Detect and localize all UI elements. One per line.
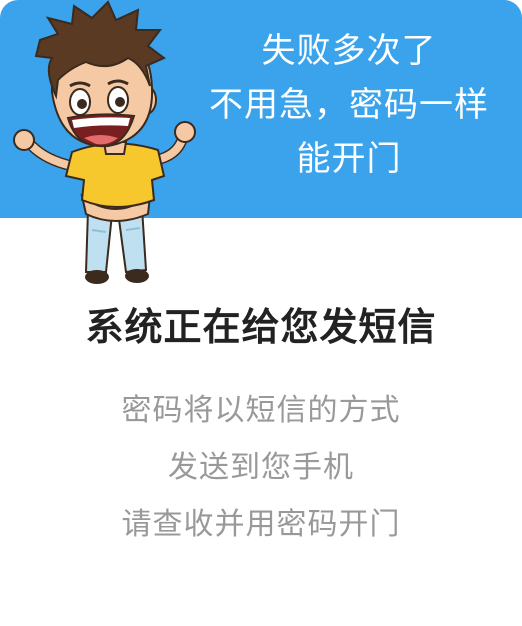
banner-line-1: 失败多次了 bbox=[261, 31, 437, 71]
banner-message: 失败多次了 不用急，密码一样 能开门 bbox=[190, 24, 508, 186]
sms-notice-dialog: 失败多次了 不用急，密码一样 能开门 系统正在给您发短信 密码将以短信的方式 发… bbox=[0, 0, 522, 626]
mascot-boy-icon bbox=[13, 0, 196, 284]
page-title: 系统正在给您发短信 bbox=[85, 305, 437, 349]
description-line-2: 发送到您手机 bbox=[168, 450, 354, 485]
banner-line-3: 能开门 bbox=[296, 139, 402, 179]
banner-line-2: 不用急，密码一样 bbox=[209, 85, 489, 125]
description: 密码将以短信的方式 发送到您手机 请查收并用密码开门 bbox=[0, 382, 522, 553]
description-line-1: 密码将以短信的方式 bbox=[121, 393, 401, 428]
description-line-3: 请查收并用密码开门 bbox=[121, 507, 401, 542]
